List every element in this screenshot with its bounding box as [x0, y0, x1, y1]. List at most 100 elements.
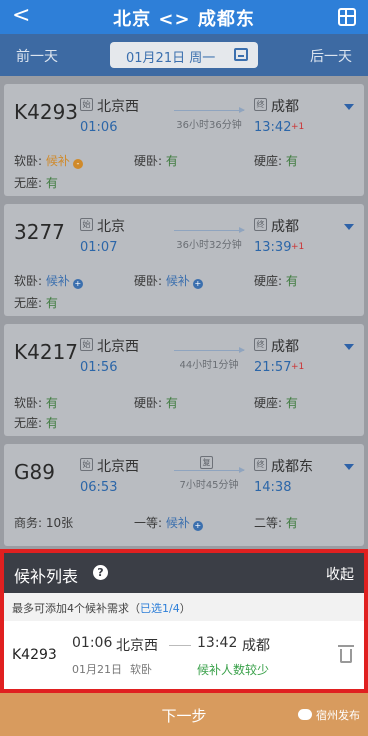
- seat-soft-sleeper: 软卧: 候补 -: [14, 152, 83, 169]
- arrival-time: 13:42: [197, 635, 238, 651]
- seat-value: 有: [45, 416, 58, 430]
- seat-hard-sleeper: 硬卧: 有: [134, 152, 178, 169]
- terminal-badge: 终: [254, 98, 267, 111]
- seat-value: 有: [165, 154, 178, 168]
- seat-label: 硬座:: [254, 154, 283, 168]
- selected-count: 已选1/4: [140, 602, 180, 615]
- wechat-icon: [298, 709, 312, 720]
- departure-time: 01:07: [80, 240, 118, 255]
- to-station: 成都东: [271, 459, 313, 475]
- seat-label: 无座:: [14, 176, 43, 190]
- reissue-badge: 复: [200, 456, 213, 469]
- seat-label: 硬座:: [254, 396, 283, 410]
- waitlist-title: 候补列表: [14, 567, 79, 586]
- expand-caret-icon[interactable]: [344, 104, 354, 110]
- next-day-mark: +1: [291, 362, 305, 372]
- grid-icon[interactable]: [338, 8, 356, 26]
- seat-no-seat: 无座: 有: [14, 414, 58, 431]
- seat-hard-seat: 硬座: 有: [254, 152, 298, 169]
- terminal-badge: 终: [254, 458, 267, 471]
- seat-value: 候补: [165, 516, 190, 530]
- seat-value: 有: [45, 296, 58, 310]
- travel-date: 01月21日: [72, 663, 122, 676]
- waitlist-add-icon[interactable]: +: [192, 521, 203, 531]
- seat-label: 一等:: [134, 516, 163, 530]
- route-arrow: [174, 347, 245, 353]
- top-bar: < 北京 <> 成都东: [0, 0, 368, 34]
- seat-value: 候补: [45, 154, 70, 168]
- arrival-time: 14:38: [254, 480, 292, 495]
- seat-value: 有: [285, 516, 298, 530]
- departure-time: 01:56: [80, 360, 118, 375]
- trash-icon[interactable]: [338, 645, 354, 663]
- arrival-time: 21:57: [254, 360, 292, 375]
- seat-no-seat: 无座: 有: [14, 294, 58, 311]
- expand-caret-icon[interactable]: [344, 344, 354, 350]
- seat-label: 软卧:: [14, 396, 43, 410]
- help-icon[interactable]: ?: [93, 565, 108, 580]
- departure-time: 01:06: [72, 635, 113, 651]
- waitlist-note: 最多可添加4个候补需求（已选1/4）: [4, 593, 364, 621]
- train-card[interactable]: 3277 始 北京 01:07 36小时32分钟 终 成都 13:39 +1 软…: [4, 204, 364, 316]
- bottom-bar: 下一步 宿州发布: [0, 693, 368, 736]
- train-card[interactable]: G89 始 北京西 06:53 复 7小时45分钟 终 成都东 14:38 商务…: [4, 444, 364, 546]
- departure-time: 06:53: [80, 480, 118, 495]
- seat-value: 有: [165, 396, 178, 410]
- note-text: 最多可添加4个候补需求（: [12, 602, 140, 615]
- collapse-button[interactable]: 收起: [326, 564, 354, 584]
- train-card[interactable]: K4293 始 北京西 01:06 36小时36分钟 终 成都 13:42 +1…: [4, 84, 364, 196]
- seat-label: 无座:: [14, 296, 43, 310]
- seat-label: 商务:: [14, 516, 43, 530]
- from-station: 北京: [97, 219, 125, 235]
- next-day-button[interactable]: 后一天: [310, 46, 352, 66]
- date-picker[interactable]: 01月21日 周一: [110, 42, 258, 68]
- waitlist-panel: 候补列表 ? 收起 最多可添加4个候补需求（已选1/4） K4293 01:06…: [0, 549, 368, 693]
- duration: 44小时1分钟: [179, 360, 239, 371]
- train-number: K4293: [12, 647, 57, 663]
- seat-soft-sleeper: 软卧: 候补 +: [14, 272, 83, 289]
- waitlist-icon[interactable]: -: [72, 159, 83, 169]
- seat-hard-seat: 硬座: 有: [254, 272, 298, 289]
- seat-label: 硬座:: [254, 274, 283, 288]
- terminal-badge: 终: [254, 218, 267, 231]
- waitlist-add-icon[interactable]: +: [72, 279, 83, 289]
- expand-caret-icon[interactable]: [344, 464, 354, 470]
- seat-second-class: 二等: 有: [254, 514, 298, 531]
- seat-label: 硬卧:: [134, 274, 163, 288]
- waitlist-item[interactable]: K4293 01:06 北京西 13:42 成都 01月21日 软卧 候补人数较…: [4, 621, 364, 689]
- seat-hard-sleeper: 硬卧: 有: [134, 394, 178, 411]
- seat-value: 有: [285, 274, 298, 288]
- prev-day-button[interactable]: 前一天: [16, 46, 58, 66]
- seat-label: 硬卧:: [134, 154, 163, 168]
- waitlist-add-icon[interactable]: +: [192, 279, 203, 289]
- to-station: 成都: [271, 219, 299, 235]
- calendar-icon: [234, 48, 248, 61]
- seat-value: 有: [45, 396, 58, 410]
- departure-time: 01:06: [80, 120, 118, 135]
- train-number: K4293: [14, 100, 79, 124]
- watermark: 宿州发布: [298, 707, 360, 723]
- seat-label: 二等:: [254, 516, 283, 530]
- duration: 7小时45分钟: [179, 480, 239, 491]
- from-station: 北京西: [97, 99, 139, 115]
- seat-type: 软卧: [130, 663, 152, 676]
- seat-value: 候补: [45, 274, 70, 288]
- seat-hard-sleeper: 硬卧: 候补 +: [134, 272, 203, 289]
- waitlist-status: 候补人数较少: [197, 663, 270, 677]
- watermark-text: 宿州发布: [316, 709, 360, 722]
- train-card[interactable]: K4217 始 北京西 01:56 44小时1分钟 终 成都 21:57 +1 …: [4, 324, 364, 436]
- route-arrow: [174, 227, 245, 233]
- note-suffix: ）: [179, 602, 191, 615]
- to-station: 成都: [271, 339, 299, 355]
- seat-business: 商务: 10张: [14, 514, 73, 531]
- seat-value: 有: [285, 154, 298, 168]
- seat-value: 有: [285, 396, 298, 410]
- seat-label: 软卧:: [14, 154, 43, 168]
- route-arrow: [174, 467, 245, 473]
- seat-soft-sleeper: 软卧: 有: [14, 394, 58, 411]
- to-station: 成都: [271, 99, 299, 115]
- origin-badge: 始: [80, 458, 93, 471]
- seat-value: 10张: [45, 516, 74, 530]
- duration: 36小时32分钟: [176, 240, 242, 251]
- expand-caret-icon[interactable]: [344, 224, 354, 230]
